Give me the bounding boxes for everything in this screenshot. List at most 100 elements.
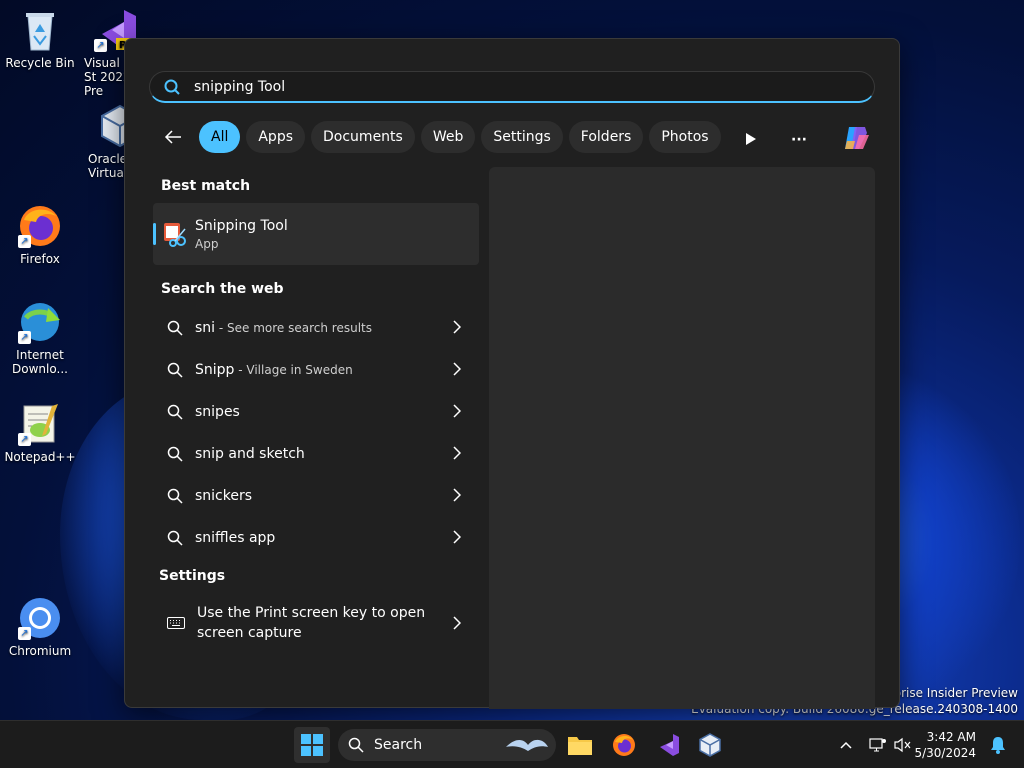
taskbar-search-label: Search: [374, 737, 423, 753]
chevron-up-icon: [840, 741, 852, 749]
web-result-item[interactable]: snip and sketch: [153, 433, 479, 475]
best-match-heading: Best match: [161, 178, 251, 194]
visual-studio-icon: [660, 734, 679, 756]
firefox-taskbar-button[interactable]: [606, 727, 642, 763]
web-result-item[interactable]: snipes: [153, 391, 479, 433]
folder-icon: [568, 737, 592, 755]
desktop-icon-label: Oracle Virtual: [88, 152, 128, 180]
results-list: Best match Snipping Tool App Search the …: [153, 169, 479, 653]
desktop-icon-label: Firefox: [20, 252, 60, 266]
desktop-icon-recycle-bin[interactable]: Recycle Bin: [2, 8, 78, 70]
more-options-button[interactable]: ···: [791, 132, 807, 148]
copilot-icon: [845, 127, 869, 149]
search-icon: [167, 320, 183, 336]
desktop-icon-label: Chromium: [8, 644, 72, 658]
filter-photos[interactable]: Photos: [649, 121, 721, 153]
search-input[interactable]: [194, 78, 794, 95]
shortcut-arrow-icon: ↗: [94, 39, 107, 52]
chevron-right-icon: [453, 404, 461, 418]
web-result-item[interactable]: sniffles app: [153, 517, 479, 559]
filter-all[interactable]: All: [199, 121, 241, 153]
desktop-icon-firefox[interactable]: ↗ Firefox: [2, 204, 78, 266]
play-more-filters-button[interactable]: [745, 131, 757, 150]
filter-folders[interactable]: Folders: [568, 121, 644, 153]
search-icon: [167, 446, 183, 462]
clock[interactable]: 3:42 AM 5/30/2024: [914, 729, 976, 761]
recycle-bin-icon: [18, 8, 62, 52]
firefox-icon: ↗: [18, 204, 62, 248]
chevron-right-icon: [453, 320, 461, 334]
bell-icon: [991, 737, 1005, 754]
notifications-button[interactable]: [980, 727, 1016, 763]
search-icon: [167, 530, 183, 546]
best-match-name: Snipping Tool: [195, 217, 288, 234]
virtualbox-icon: [699, 733, 721, 757]
web-result-query: sniffles app: [195, 530, 276, 546]
show-hidden-icons-button[interactable]: [828, 727, 864, 763]
web-result-query: snipes: [195, 404, 240, 420]
desktop-icon-notepad-plus-plus[interactable]: ↗ Notepad++: [2, 402, 78, 464]
filter-documents[interactable]: Documents: [311, 121, 415, 153]
chevron-right-icon: [453, 446, 461, 460]
copilot-button[interactable]: [841, 123, 871, 157]
filter-settings[interactable]: Settings: [481, 121, 563, 153]
filter-tools: ···: [745, 123, 871, 157]
settings-heading: Settings: [159, 568, 226, 584]
chevron-right-icon: [453, 530, 461, 544]
taskbar-search[interactable]: Search: [338, 729, 556, 761]
shortcut-arrow-icon: ↗: [18, 235, 31, 248]
web-result-item[interactable]: sni - See more search results: [153, 307, 479, 349]
web-result-query: snickers: [195, 488, 253, 504]
visual-studio-taskbar-button[interactable]: [650, 727, 686, 763]
search-icon: [164, 79, 180, 95]
start-search-panel: All Apps Documents Web Settings Folders …: [124, 38, 900, 709]
web-result-query: snip and sketch: [195, 446, 305, 462]
search-icon: [167, 488, 183, 504]
firefox-icon: [613, 734, 635, 756]
notepad-plus-plus-icon: ↗: [18, 402, 62, 446]
taskbar: Search 3:42 AM 5/30/2024: [0, 720, 1024, 768]
web-result-description: - See more search results: [215, 321, 372, 335]
virtualbox-taskbar-button[interactable]: [692, 727, 728, 763]
clock-date: 5/30/2024: [914, 746, 976, 760]
volume-muted-icon: [894, 737, 911, 753]
chevron-right-icon: [453, 616, 461, 630]
web-result-description: - Village in Sweden: [234, 363, 353, 377]
chevron-right-icon: [453, 488, 461, 502]
chromium-icon: ↗: [18, 596, 62, 640]
web-result-query: sni: [195, 320, 216, 336]
web-result-item[interactable]: Snipp - Village in Sweden: [153, 349, 479, 391]
best-match-item[interactable]: Snipping Tool App: [153, 203, 479, 265]
back-button[interactable]: [161, 125, 185, 149]
filter-web[interactable]: Web: [420, 121, 476, 153]
settings-result-text: Use the Print screen key to open screen …: [197, 605, 426, 641]
filter-bar: All Apps Documents Web Settings Folders …: [161, 121, 721, 153]
download-manager-icon: ↗: [18, 300, 62, 344]
shortcut-arrow-icon: ↗: [18, 433, 31, 446]
start-button[interactable]: [294, 727, 330, 763]
keyboard-icon: [167, 617, 185, 629]
search-web-heading: Search the web: [161, 281, 284, 297]
shortcut-arrow-icon: ↗: [18, 627, 31, 640]
desktop-icon-internet-download-manager[interactable]: ↗ Internet Downlo...: [2, 300, 78, 376]
search-icon: [167, 362, 183, 378]
desktop-icon-chromium[interactable]: ↗ Chromium: [2, 596, 78, 658]
shortcut-arrow-icon: ↗: [18, 331, 31, 344]
desktop-icon-label: Notepad++: [4, 450, 76, 464]
chevron-right-icon: [453, 362, 461, 376]
web-result-item[interactable]: snickers: [153, 475, 479, 517]
windows-logo-icon: [301, 734, 323, 756]
play-icon: [746, 132, 757, 145]
file-explorer-button[interactable]: [562, 727, 598, 763]
filter-apps[interactable]: Apps: [246, 121, 306, 153]
web-result-query: Snipp: [195, 362, 235, 378]
clock-time: 3:42 AM: [926, 730, 976, 744]
search-highlight-bird-icon: [506, 739, 548, 751]
back-arrow-icon: [164, 130, 181, 144]
search-box[interactable]: [149, 71, 875, 103]
settings-result-item[interactable]: Use the Print screen key to open screen …: [153, 593, 479, 653]
snipping-tool-icon: [164, 223, 186, 247]
desktop-icon-label: Internet Downlo...: [12, 348, 68, 376]
preview-pane: [489, 167, 875, 709]
search-icon: [167, 404, 183, 420]
